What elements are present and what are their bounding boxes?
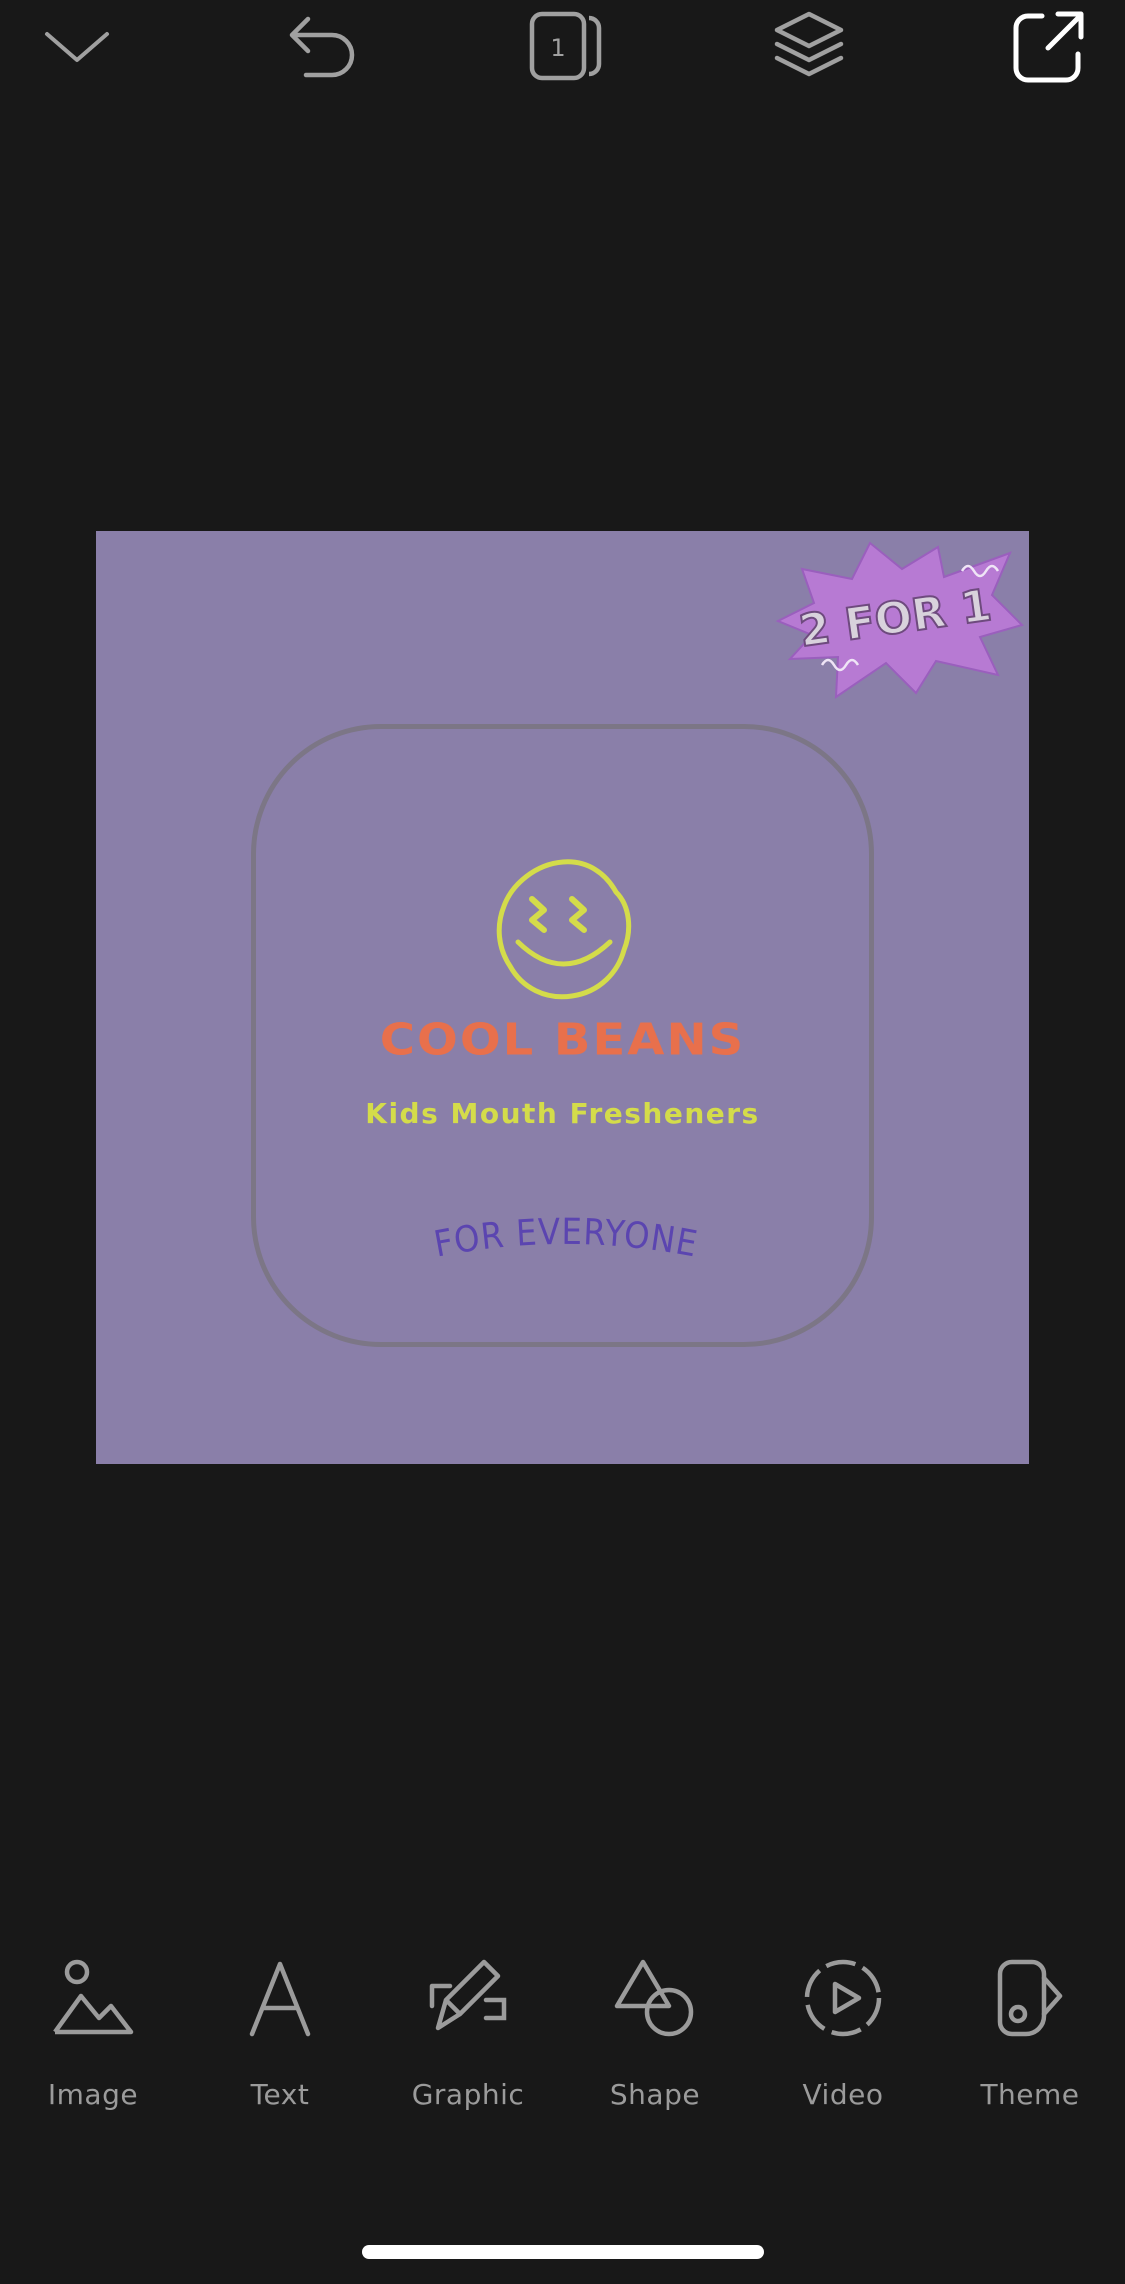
- smiley-face-graphic[interactable]: [488, 854, 638, 1004]
- theme-icon: [997, 1959, 1063, 2037]
- tool-theme-label: Theme: [980, 2078, 1080, 2111]
- tagline-text[interactable]: Kids Mouth Fresheners: [96, 1097, 1029, 1130]
- pages-icon: 1: [529, 11, 602, 81]
- share-icon: [1013, 11, 1084, 83]
- tool-video[interactable]: Video: [768, 1950, 918, 2111]
- tool-text-label: Text: [250, 2078, 310, 2111]
- tool-image-label: Image: [47, 2078, 139, 2111]
- text-icon: [249, 1961, 311, 2037]
- brand-name[interactable]: COOL BEANS: [96, 1015, 1029, 1065]
- bottom-toolbar: Image Text Graphic Shape Video Theme: [0, 1950, 1125, 2130]
- svg-text:FOR EVERYONE: FOR EVERYONE: [431, 1212, 701, 1266]
- tool-image[interactable]: Image: [18, 1950, 168, 2111]
- graphic-icon: [429, 1959, 507, 2031]
- home-indicator[interactable]: [362, 2245, 764, 2259]
- top-toolbar: 1: [0, 0, 1125, 100]
- undo-icon: [289, 16, 355, 78]
- chevron-down-icon: [45, 32, 109, 62]
- undo-button[interactable]: [275, 6, 365, 86]
- design-canvas[interactable]: COOL BEANS Kids Mouth Fresheners FOR EVE…: [96, 531, 1029, 1464]
- tool-graphic[interactable]: Graphic: [393, 1950, 543, 2111]
- image-icon: [53, 1959, 134, 2035]
- slogan-curved-text[interactable]: FOR EVERYONE: [426, 1195, 706, 1275]
- shape-icon: [614, 1959, 694, 2037]
- collapse-button[interactable]: [32, 6, 122, 86]
- tool-theme[interactable]: Theme: [955, 1950, 1105, 2111]
- pages-button[interactable]: 1: [520, 6, 610, 86]
- slogan-text: FOR EVERYONE: [431, 1212, 700, 1266]
- promo-badge[interactable]: 2 FOR 1: [766, 537, 1026, 699]
- tool-shape[interactable]: Shape: [580, 1950, 730, 2111]
- page-count: 1: [550, 34, 565, 62]
- share-button[interactable]: [1003, 6, 1093, 86]
- tool-graphic-label: Graphic: [411, 2078, 525, 2111]
- layers-icon: [774, 11, 844, 77]
- tool-text[interactable]: Text: [205, 1950, 355, 2111]
- layers-button[interactable]: [764, 6, 854, 86]
- video-icon: [804, 1959, 882, 2037]
- tool-shape-label: Shape: [609, 2078, 701, 2111]
- tool-video-label: Video: [802, 2078, 884, 2111]
